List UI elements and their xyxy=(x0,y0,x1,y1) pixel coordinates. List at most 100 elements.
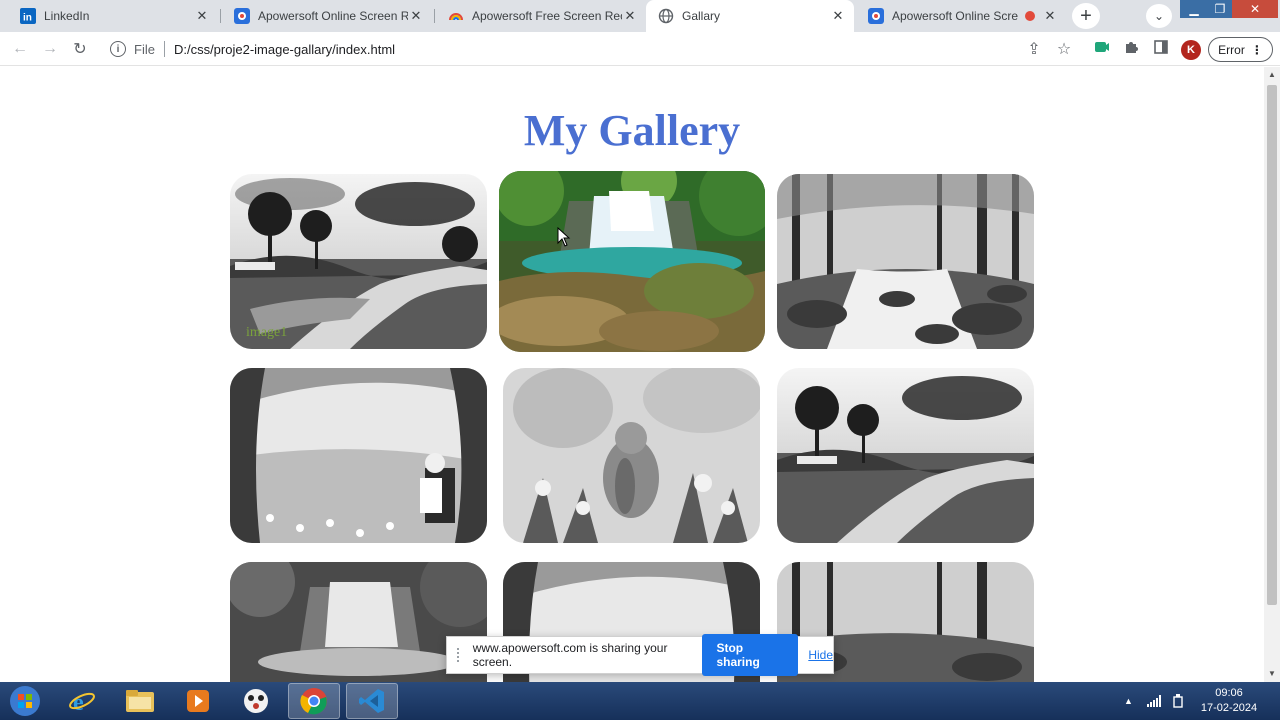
taskbar-internet-explorer[interactable]: e xyxy=(56,683,108,719)
vscode-icon xyxy=(359,689,384,713)
page-scrollbar[interactable]: ▲ ▼ xyxy=(1264,67,1280,682)
tray-expand-icon[interactable]: ▲ xyxy=(1124,696,1133,706)
new-tab-button[interactable]: + xyxy=(1072,3,1100,29)
taskbar-file-explorer[interactable] xyxy=(114,683,166,719)
scroll-up-arrow-icon[interactable]: ▲ xyxy=(1264,67,1280,83)
puzzle-icon xyxy=(1123,39,1139,60)
star-icon: ☆ xyxy=(1056,41,1072,58)
tab-close-icon[interactable]: ✕ xyxy=(1042,8,1058,24)
profile-avatar[interactable]: K xyxy=(1181,40,1201,60)
side-panel-icon xyxy=(1153,39,1169,60)
gallery-image-4[interactable] xyxy=(230,368,487,543)
info-icon[interactable]: i xyxy=(110,41,126,57)
apowersoft-icon xyxy=(234,8,250,24)
side-panel-button[interactable] xyxy=(1149,37,1173,61)
clock-date: 17-02-2024 xyxy=(1200,702,1258,714)
gallery-image-5[interactable] xyxy=(503,368,760,543)
hide-link[interactable]: Hide xyxy=(808,648,833,662)
tab-apowersoft-2[interactable]: Apowersoft Free Screen Recor ✕ xyxy=(436,0,646,32)
globe-icon xyxy=(658,8,674,24)
plus-icon: + xyxy=(1080,4,1092,27)
folder-icon xyxy=(126,690,154,712)
river-park-image xyxy=(777,368,1034,543)
apowersoft-icon xyxy=(868,8,884,24)
share-icon: ⇪ xyxy=(1027,41,1041,58)
mouse-cursor-icon xyxy=(557,227,571,247)
tab-strip: in LinkedIn ✕ Apowersoft Online Screen R… xyxy=(0,0,1280,32)
error-button[interactable]: Error ⋮ xyxy=(1208,37,1273,62)
sharing-message: www.apowersoft.com is sharing your scree… xyxy=(472,641,668,669)
page-viewport: My Gallery image1 xyxy=(0,67,1264,682)
gallery-image-1[interactable]: image1 xyxy=(230,174,487,349)
browser-toolbar: ← → ↻ i File D:/css/proje2-image-gallary… xyxy=(0,32,1280,66)
recording-icon xyxy=(1022,8,1038,24)
address-divider xyxy=(163,41,165,57)
forest-stream-image xyxy=(777,174,1034,349)
tab-close-icon[interactable]: ✕ xyxy=(194,8,210,24)
page-title: My Gallery xyxy=(523,106,741,155)
tab-gallary[interactable]: Gallary ✕ xyxy=(646,0,854,32)
scrollbar-thumb[interactable] xyxy=(1267,85,1277,605)
screen-share-bar: www.apowersoft.com is sharing your scree… xyxy=(446,634,834,676)
tab-title: Gallary xyxy=(682,9,721,23)
window-minimize-button[interactable]: ▁ xyxy=(1180,0,1208,18)
chevron-down-icon: ⌄ xyxy=(1153,9,1165,23)
network-signal-icon[interactable] xyxy=(1146,695,1161,707)
rainbow-icon xyxy=(448,8,464,24)
gallery-image-3[interactable] xyxy=(777,174,1034,349)
forward-button[interactable]: → xyxy=(38,37,62,61)
tab-close-icon[interactable]: ✕ xyxy=(622,8,638,24)
girl-meadow-image xyxy=(230,368,487,543)
scroll-down-arrow-icon[interactable]: ▼ xyxy=(1264,666,1280,682)
tab-title: Apowersoft Online Screen Rec xyxy=(258,9,408,23)
kebab-menu-icon: ⋮ xyxy=(1250,42,1263,57)
tab-apowersoft-3[interactable]: Apowersoft Online Screen ✕ xyxy=(856,0,1066,32)
clock-time: 09:06 xyxy=(1215,687,1243,699)
chipmunk-flowers-image xyxy=(503,368,760,543)
power-icon[interactable] xyxy=(1171,694,1185,708)
tab-title: Apowersoft Online Screen xyxy=(892,9,1018,23)
windows-start-orb-icon xyxy=(10,686,40,716)
taskbar-clock[interactable]: 09:06 17-02-2024 xyxy=(1196,686,1262,716)
tab-apowersoft-1[interactable]: Apowersoft Online Screen Rec ✕ xyxy=(222,0,432,32)
arrow-right-icon: → xyxy=(42,40,58,57)
bookmark-button[interactable]: ☆ xyxy=(1052,37,1076,61)
address-bar[interactable]: i File D:/css/proje2-image-gallary/index… xyxy=(104,36,1116,62)
chrome-icon xyxy=(300,688,327,715)
tab-title: LinkedIn xyxy=(44,9,90,23)
paint-app-icon xyxy=(244,689,268,713)
extensions-button[interactable] xyxy=(1119,37,1143,61)
close-icon: ✕ xyxy=(1249,2,1261,16)
taskbar-vscode[interactable] xyxy=(346,683,398,719)
svg-text:e: e xyxy=(73,690,84,715)
address-url[interactable]: D:/css/proje2-image-gallary/index.html xyxy=(174,42,395,57)
back-button[interactable]: ← xyxy=(8,37,32,61)
river-park-image xyxy=(230,174,487,349)
restore-icon: ❐ xyxy=(1214,2,1226,16)
taskbar-media-player[interactable] xyxy=(172,683,224,719)
tab-separator xyxy=(220,9,221,23)
drag-handle-icon[interactable] xyxy=(457,648,463,662)
share-button[interactable]: ⇪ xyxy=(1022,37,1046,61)
gallery-image-6[interactable] xyxy=(777,368,1034,543)
minimize-icon: ▁ xyxy=(1189,2,1199,16)
svg-text:in: in xyxy=(23,13,32,24)
window-maximize-button[interactable]: ❐ xyxy=(1206,0,1234,18)
tab-close-icon[interactable]: ✕ xyxy=(830,8,846,24)
system-tray: ▲ xyxy=(1124,682,1185,720)
taskbar-paint-app[interactable] xyxy=(230,683,282,719)
start-button[interactable] xyxy=(0,683,50,719)
reload-button[interactable]: ↻ xyxy=(68,37,92,61)
taskbar-chrome[interactable] xyxy=(288,683,340,719)
apowersoft-extension-icon xyxy=(1094,39,1110,60)
image-caption: image1 xyxy=(246,325,288,340)
tab-linkedin[interactable]: in LinkedIn ✕ xyxy=(8,0,218,32)
window-close-button[interactable]: ✕ xyxy=(1232,0,1278,18)
apowersoft-extension-button[interactable] xyxy=(1090,37,1114,61)
stop-sharing-button[interactable]: Stop sharing xyxy=(702,634,799,676)
tab-search-button[interactable]: ⌄ xyxy=(1146,4,1172,28)
error-label: Error xyxy=(1218,42,1245,57)
gallery-image-2[interactable] xyxy=(499,171,765,352)
tab-close-icon[interactable]: ✕ xyxy=(408,8,424,24)
linkedin-icon: in xyxy=(20,8,36,24)
